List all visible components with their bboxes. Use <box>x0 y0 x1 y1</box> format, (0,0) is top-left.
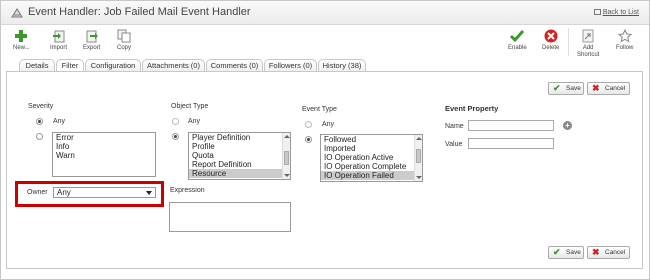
list-item[interactable]: Profile <box>189 142 290 151</box>
object-type-list-radio[interactable] <box>172 133 179 140</box>
name-label: Name <box>445 123 464 130</box>
checkmark-icon: ✔ <box>553 247 561 257</box>
event-property-label: Event Property <box>445 104 499 113</box>
checkmark-icon <box>510 30 525 43</box>
add-property-icon[interactable]: + <box>563 121 572 130</box>
shortcut-icon <box>582 29 594 43</box>
list-item[interactable]: Followed <box>321 135 422 144</box>
event-handler-icon <box>11 8 23 18</box>
checkmark-icon: ✔ <box>553 83 561 93</box>
toolbar-divider <box>568 28 569 56</box>
copy-icon <box>117 29 131 43</box>
back-to-list-link[interactable]: Back to List <box>593 9 639 16</box>
export-button[interactable]: Export <box>83 29 100 52</box>
follow-button[interactable]: Follow <box>616 29 633 52</box>
list-icon <box>593 9 601 15</box>
list-item[interactable]: Info <box>53 142 155 151</box>
close-icon: ✖ <box>592 83 600 93</box>
object-type-any-label: Any <box>188 118 201 125</box>
import-button[interactable]: Import <box>50 29 67 52</box>
owner-label: Owner <box>27 189 48 196</box>
list-item[interactable]: Resource <box>189 169 290 178</box>
delete-icon <box>544 29 558 43</box>
scrollbar-thumb[interactable] <box>284 151 289 165</box>
delete-button[interactable]: Delete <box>542 29 559 52</box>
list-item[interactable]: Quota <box>189 151 290 160</box>
list-item[interactable]: IO Operation Complete <box>321 162 422 171</box>
copy-button[interactable]: Copy <box>117 29 131 52</box>
save-button-bottom[interactable]: ✔ Save <box>548 246 584 259</box>
chevron-up-icon <box>284 135 290 138</box>
chevron-down-icon <box>284 174 290 177</box>
import-icon <box>52 30 64 43</box>
list-item[interactable]: IO Operation Failed <box>321 171 422 180</box>
add-shortcut-button[interactable]: Add Shortcut <box>577 29 599 59</box>
property-value-input[interactable] <box>468 138 554 149</box>
save-button-top[interactable]: ✔ Save <box>548 82 584 95</box>
event-type-listbox[interactable]: Followed Imported IO Operation Active IO… <box>320 134 423 182</box>
scrollbar[interactable] <box>282 133 290 179</box>
expression-textarea[interactable] <box>169 202 291 232</box>
toolbar: New... Import Export Copy Enable Delete <box>1 25 649 58</box>
export-icon <box>86 30 98 43</box>
chevron-up-icon <box>416 137 422 140</box>
scrollbar-thumb[interactable] <box>416 149 421 163</box>
object-type-any-radio[interactable] <box>172 118 179 125</box>
list-item[interactable]: Warn <box>53 151 155 160</box>
plus-icon <box>15 30 28 42</box>
page-title: Event Handler: Job Failed Mail Event Han… <box>28 6 251 18</box>
value-label: Value <box>445 141 463 148</box>
severity-any-radio[interactable] <box>36 118 43 125</box>
expression-label: Expression <box>170 187 205 194</box>
close-icon: ✖ <box>592 247 600 257</box>
filter-panel: ✔ Save ✖ Cancel Severity Any Error Info Wa… <box>6 71 643 269</box>
owner-select[interactable]: Any <box>53 187 156 198</box>
chevron-down-icon <box>416 176 422 179</box>
title-bar: Event Handler: Job Failed Mail Event Han… <box>1 1 649 25</box>
enable-button[interactable]: Enable <box>508 29 527 52</box>
list-item[interactable]: Error <box>53 133 155 142</box>
chevron-down-icon <box>146 191 152 195</box>
event-type-any-label: Any <box>322 121 335 128</box>
new-button[interactable]: New... <box>13 29 30 52</box>
cancel-button-bottom[interactable]: ✖ Cancel <box>587 246 630 259</box>
severity-listbox[interactable]: Error Info Warn <box>52 132 156 177</box>
star-icon <box>617 29 632 43</box>
scrollbar[interactable] <box>414 135 422 181</box>
cancel-button-top[interactable]: ✖ Cancel <box>587 82 630 95</box>
object-type-listbox[interactable]: Player Definition Profile Quota Report D… <box>188 132 291 180</box>
severity-label: Severity <box>28 103 54 110</box>
event-type-list-radio[interactable] <box>305 136 312 143</box>
list-item[interactable]: Player Definition <box>189 133 290 142</box>
severity-list-radio[interactable] <box>36 133 43 140</box>
event-type-any-radio[interactable] <box>305 121 312 128</box>
event-type-label: Event Type <box>302 106 337 113</box>
property-name-input[interactable] <box>468 120 554 131</box>
list-item[interactable]: Report Definition <box>189 160 290 169</box>
list-item[interactable]: Imported <box>321 144 422 153</box>
object-type-label: Object Type <box>171 103 209 110</box>
severity-any-label: Any <box>53 118 66 125</box>
list-item[interactable]: IO Operation Active <box>321 153 422 162</box>
